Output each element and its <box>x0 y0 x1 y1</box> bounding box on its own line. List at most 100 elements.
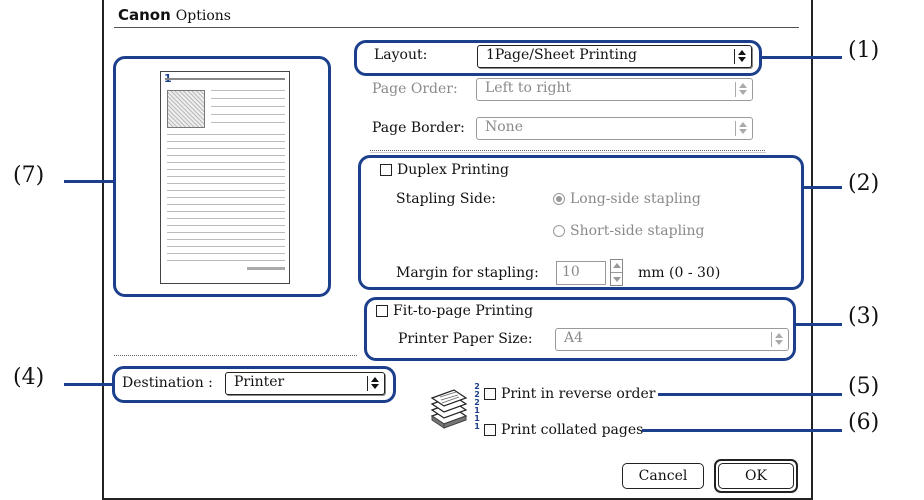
preview-text-line <box>211 106 285 107</box>
preview-text-line <box>167 211 285 212</box>
destination-label: Destination : <box>122 375 213 391</box>
preview-text-line <box>167 239 285 240</box>
preview-text-line <box>167 218 285 219</box>
callout-1-label: (1) <box>848 38 880 63</box>
reverse-order-label: Print in reverse order <box>501 386 656 402</box>
preview-header-line <box>165 78 285 80</box>
paper-size-select[interactable]: A4 <box>555 328 789 351</box>
section-separator-shadow <box>370 152 766 153</box>
preview-text-line <box>167 155 285 156</box>
long-side-radio-label: Long-side stapling <box>570 191 701 207</box>
callout-3-label: (3) <box>848 304 880 329</box>
duplex-checkbox[interactable]: Duplex Printing <box>380 162 509 178</box>
callout-2-line <box>804 186 842 189</box>
section-separator <box>370 150 766 151</box>
page-border-label: Page Border: <box>372 120 465 136</box>
preview-text-line <box>167 246 285 247</box>
callout-7-label: (7) <box>13 163 45 188</box>
callout-3-line <box>796 323 842 326</box>
short-side-radio[interactable]: Short-side stapling <box>553 223 705 239</box>
margin-stepper[interactable] <box>610 259 623 286</box>
ok-button[interactable]: OK <box>718 463 794 489</box>
duplex-checkbox-box[interactable] <box>380 164 392 176</box>
layout-select[interactable]: 1Page/Sheet Printing <box>477 45 752 68</box>
preview-footer-line <box>247 267 285 270</box>
stepper-down-icon[interactable] <box>613 277 621 282</box>
long-side-radio[interactable]: Long-side stapling <box>553 191 701 207</box>
margin-unit: mm (0 - 30) <box>638 265 721 281</box>
stack-digits: 2 2 2 1 1 1 <box>472 383 482 431</box>
updown-arrow-icon <box>734 49 747 64</box>
preview-image-block <box>167 90 205 128</box>
radio-selected-icon[interactable] <box>553 193 565 205</box>
margin-label: Margin for stapling: <box>396 265 539 281</box>
dialog-title-text: Options <box>175 8 231 24</box>
reverse-order-checkbox-box[interactable] <box>484 388 496 400</box>
page-order-select-value: Left to right <box>485 80 572 96</box>
updown-arrow-icon <box>771 332 784 347</box>
updown-arrow-icon <box>735 82 748 97</box>
stepper-up-icon[interactable] <box>613 263 621 268</box>
callout-7-line <box>64 180 114 183</box>
canon-logo: Canon <box>118 6 171 24</box>
callout-6-label: (6) <box>848 410 880 435</box>
layout-select-value: 1Page/Sheet Printing <box>486 47 637 63</box>
preview-text-line <box>167 253 285 254</box>
stepper-divider <box>611 272 622 273</box>
preview-text-line <box>167 225 285 226</box>
preview-text-line <box>167 204 285 205</box>
duplex-checkbox-label: Duplex Printing <box>397 162 509 178</box>
collated-label: Print collated pages <box>501 422 644 438</box>
preview-text-line <box>211 98 285 99</box>
layout-preview: 1 <box>160 71 290 284</box>
preview-text-line <box>167 148 285 149</box>
collated-checkbox-box[interactable] <box>484 424 496 436</box>
page-border-select[interactable]: None <box>476 117 753 140</box>
callout-4-line <box>64 383 114 386</box>
preview-text-line <box>211 90 285 91</box>
collated-checkbox[interactable]: Print collated pages <box>484 422 643 438</box>
paper-stack-icon <box>430 386 470 432</box>
callout-1-line <box>762 56 842 59</box>
preview-text-line <box>167 197 285 198</box>
radio-unselected-icon[interactable] <box>553 225 565 237</box>
dialog-title: Canon Options <box>118 6 231 24</box>
preview-text-line <box>167 162 285 163</box>
page-border-select-value: None <box>485 119 523 135</box>
fit-to-page-checkbox[interactable]: Fit-to-page Printing <box>376 303 533 319</box>
paper-size-select-value: A4 <box>564 330 584 346</box>
preview-text-line <box>211 122 285 123</box>
callout-4-label: (4) <box>13 365 45 390</box>
stapling-side-label: Stapling Side: <box>396 191 496 207</box>
fit-to-page-checkbox-label: Fit-to-page Printing <box>393 303 534 319</box>
callout-2-label: (2) <box>848 171 880 196</box>
page-order-select[interactable]: Left to right <box>476 78 753 101</box>
ok-button-frame: OK <box>714 459 798 493</box>
preview-text-line <box>167 190 285 191</box>
preview-text-line <box>167 169 285 170</box>
destination-select-value: Printer <box>234 374 285 390</box>
fit-to-page-checkbox-box[interactable] <box>376 305 388 317</box>
margin-input[interactable]: 10 <box>556 261 606 285</box>
updown-arrow-icon <box>735 121 748 136</box>
reverse-order-checkbox[interactable]: Print in reverse order <box>484 386 655 402</box>
callout-5-line <box>658 393 842 396</box>
destination-select[interactable]: Printer <box>225 372 385 395</box>
cancel-button[interactable]: Cancel <box>622 463 704 489</box>
title-divider <box>114 27 799 28</box>
callout-5-label: (5) <box>848 374 880 399</box>
preview-text-line <box>167 141 285 142</box>
preview-text-line <box>167 260 285 261</box>
page-order-label: Page Order: <box>372 81 458 97</box>
short-side-radio-label: Short-side stapling <box>570 223 705 239</box>
preview-text-line <box>211 114 285 115</box>
preview-text-line <box>167 176 285 177</box>
callout-6-line <box>642 429 842 432</box>
layout-label: Layout: <box>374 47 428 63</box>
preview-text-line <box>167 232 285 233</box>
stack-digit: 1 <box>474 422 480 431</box>
destination-separator <box>114 355 358 356</box>
paper-size-label: Printer Paper Size: <box>398 331 533 347</box>
preview-text-line <box>167 134 285 135</box>
preview-text-line <box>167 183 285 184</box>
